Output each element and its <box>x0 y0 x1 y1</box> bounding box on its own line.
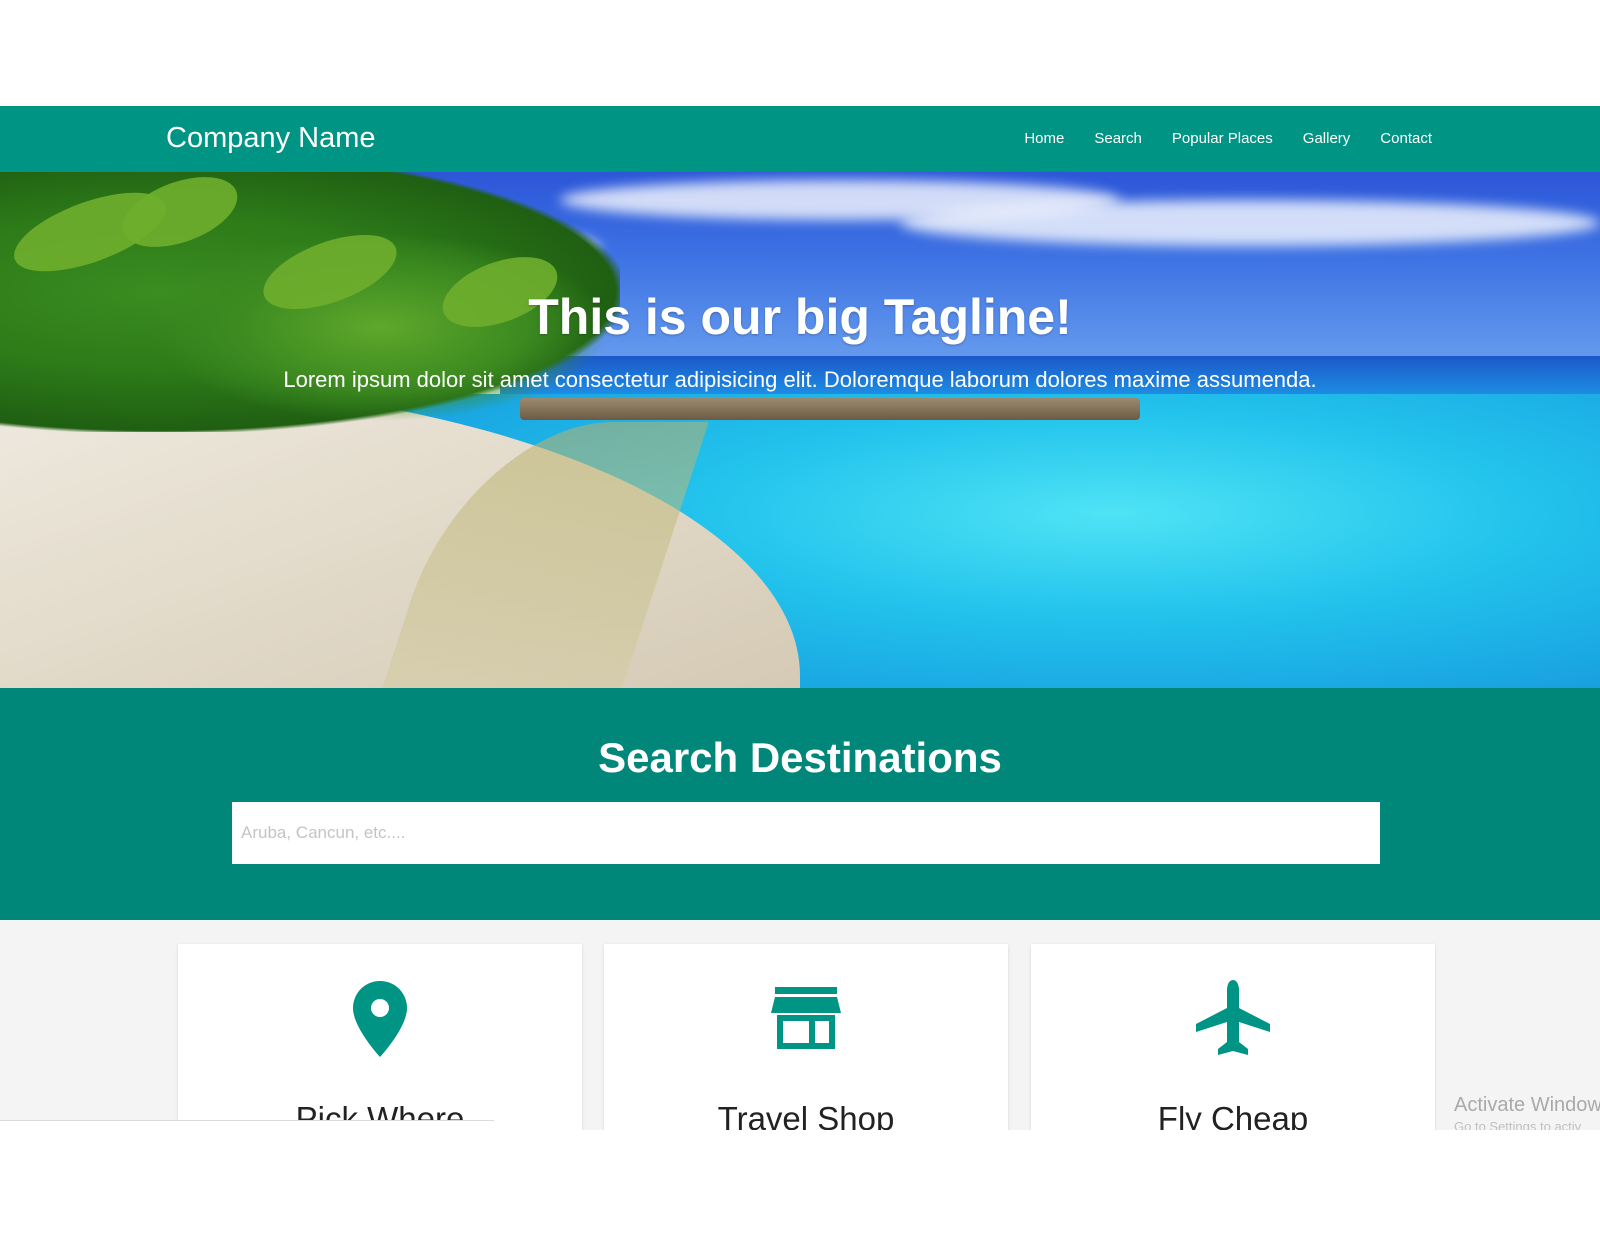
nav-link-home[interactable]: Home <box>1024 130 1064 147</box>
activate-windows-subtext: Go to Settings to activ <box>1454 1119 1582 1130</box>
store-icon <box>761 974 851 1064</box>
nav-link-contact[interactable]: Contact <box>1380 130 1432 147</box>
search-title: Search Destinations <box>598 734 1002 781</box>
feature-card-title: Fly Cheap <box>1157 1100 1309 1130</box>
search-section: Search Destinations <box>0 688 1600 920</box>
feature-card-fly-cheap[interactable]: Fly Cheap <box>1031 944 1435 1130</box>
activate-windows-watermark: Activate Window <box>1454 1094 1600 1116</box>
feature-card-pick-where[interactable]: Pick Where <box>178 944 582 1130</box>
hero-section: This is our big Tagline! Lorem ipsum dol… <box>0 172 1600 688</box>
nav-link-gallery[interactable]: Gallery <box>1303 130 1351 147</box>
map-marker-icon <box>335 974 425 1064</box>
overlay-dialog-edge <box>0 1120 494 1130</box>
feature-card-travel-shop[interactable]: Travel Shop <box>604 944 1008 1130</box>
nav-link-search[interactable]: Search <box>1094 130 1142 147</box>
brand-logo[interactable]: Company Name <box>166 122 376 155</box>
hero-lead-text: Lorem ipsum dolor sit amet consectetur a… <box>283 367 1317 392</box>
feature-card-title: Travel Shop <box>717 1100 895 1130</box>
nav-link-popular-places[interactable]: Popular Places <box>1172 130 1273 147</box>
page-viewport: Company Name Home Search Popular Places … <box>0 106 1600 1130</box>
airplane-icon <box>1188 974 1278 1064</box>
navbar: Company Name Home Search Popular Places … <box>0 106 1600 172</box>
main-nav: Home Search Popular Places Gallery Conta… <box>1024 130 1432 147</box>
hero-tagline: This is our big Tagline! <box>528 289 1072 345</box>
destination-search-input[interactable] <box>232 802 1380 864</box>
